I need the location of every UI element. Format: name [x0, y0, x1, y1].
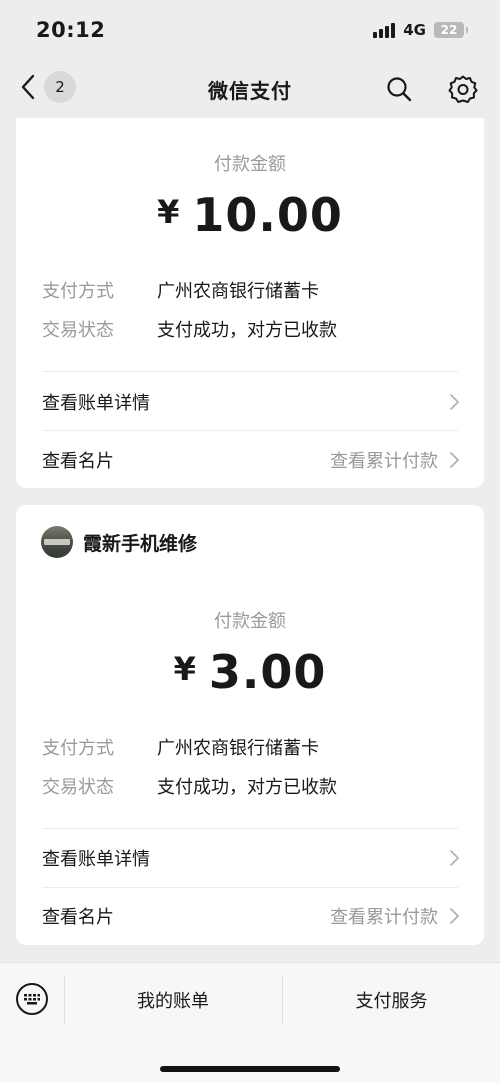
view-total-link[interactable]: 查看累计付款 — [330, 447, 460, 473]
chevron-right-icon — [450, 850, 459, 866]
status-indicators: 4G 22 — [373, 21, 468, 39]
gear-icon[interactable] — [448, 74, 478, 104]
amount-value: 10.00 — [192, 188, 343, 242]
chevron-right-icon — [450, 394, 459, 410]
home-indicator — [160, 1066, 340, 1072]
bottom-bar: 我的账单 支付服务 — [0, 962, 500, 1082]
payment-amount: ¥10.00 — [16, 188, 484, 242]
merchant-name: 霞新手机维修 — [83, 532, 198, 555]
payment-method-value: 广州农商银行储蓄卡 — [157, 281, 319, 302]
battery-icon: 22 — [434, 22, 468, 38]
amount-label: 付款金额 — [214, 154, 286, 175]
bill-detail-label: 查看账单详情 — [42, 393, 150, 414]
status-value: 支付成功，对方已收款 — [157, 320, 337, 341]
network-label: 4G — [403, 21, 426, 39]
status-bar: 20:12 4G 22 — [0, 0, 500, 60]
battery-level: 22 — [440, 23, 458, 37]
status-key: 交易状态 — [42, 320, 114, 341]
bill-detail-link[interactable]: 查看账单详情 — [42, 374, 460, 430]
nav-bar: 2 微信支付 — [0, 60, 500, 118]
divider — [42, 371, 458, 372]
chevron-right-icon — [450, 908, 459, 924]
view-total-label: 查看累计付款 — [330, 451, 438, 472]
view-card-link[interactable]: 查看名片 查看累计付款 — [42, 432, 460, 488]
payment-method-row: 支付方式 广州农商银行储蓄卡 — [42, 734, 319, 760]
payment-card: 霞新手机维修 付款金额 ¥3.00 支付方式 广州农商银行储蓄卡 交易状态 支付… — [16, 505, 484, 945]
currency-symbol: ¥ — [157, 193, 181, 231]
pay-services-button[interactable]: 支付服务 — [283, 975, 500, 1025]
chevron-right-icon — [450, 452, 459, 468]
divider — [42, 430, 458, 431]
search-icon[interactable] — [385, 75, 413, 103]
status-value: 支付成功，对方已收款 — [157, 777, 337, 798]
payment-method-row: 支付方式 广州农商银行储蓄卡 — [42, 277, 319, 303]
signal-icon — [373, 22, 396, 38]
view-card-label: 查看名片 — [42, 907, 114, 928]
keyboard-icon — [24, 994, 40, 1005]
back-count-badge: 2 — [44, 71, 76, 103]
payment-method-key: 支付方式 — [42, 738, 114, 759]
view-total-label: 查看累计付款 — [330, 907, 438, 928]
status-time: 20:12 — [36, 18, 106, 42]
bill-detail-label: 查看账单详情 — [42, 849, 150, 870]
status-key: 交易状态 — [42, 777, 114, 798]
chevron-left-icon — [21, 74, 35, 100]
amount-value: 3.00 — [208, 645, 327, 699]
page-title: 微信支付 — [208, 78, 292, 103]
my-bills-button[interactable]: 我的账单 — [65, 975, 281, 1025]
back-button[interactable]: 2 — [18, 71, 76, 103]
currency-symbol: ¥ — [173, 650, 197, 688]
view-card-label: 查看名片 — [42, 451, 114, 472]
payment-method-key: 支付方式 — [42, 281, 114, 302]
merchant-avatar — [41, 526, 73, 558]
status-row: 交易状态 支付成功，对方已收款 — [42, 316, 337, 342]
amount-label: 付款金额 — [214, 611, 286, 632]
status-row: 交易状态 支付成功，对方已收款 — [42, 773, 337, 799]
merchant-header[interactable]: 霞新手机维修 — [41, 526, 197, 558]
payment-card: 付款金额 ¥10.00 支付方式 广州农商银行储蓄卡 交易状态 支付成功，对方已… — [16, 118, 484, 488]
view-total-link[interactable]: 查看累计付款 — [330, 903, 460, 929]
keyboard-button[interactable] — [16, 983, 48, 1015]
payment-method-value: 广州农商银行储蓄卡 — [157, 738, 319, 759]
bill-detail-link[interactable]: 查看账单详情 — [42, 830, 460, 886]
divider — [42, 828, 458, 829]
payment-amount: ¥3.00 — [16, 645, 484, 699]
view-card-link[interactable]: 查看名片 查看累计付款 — [42, 888, 460, 944]
